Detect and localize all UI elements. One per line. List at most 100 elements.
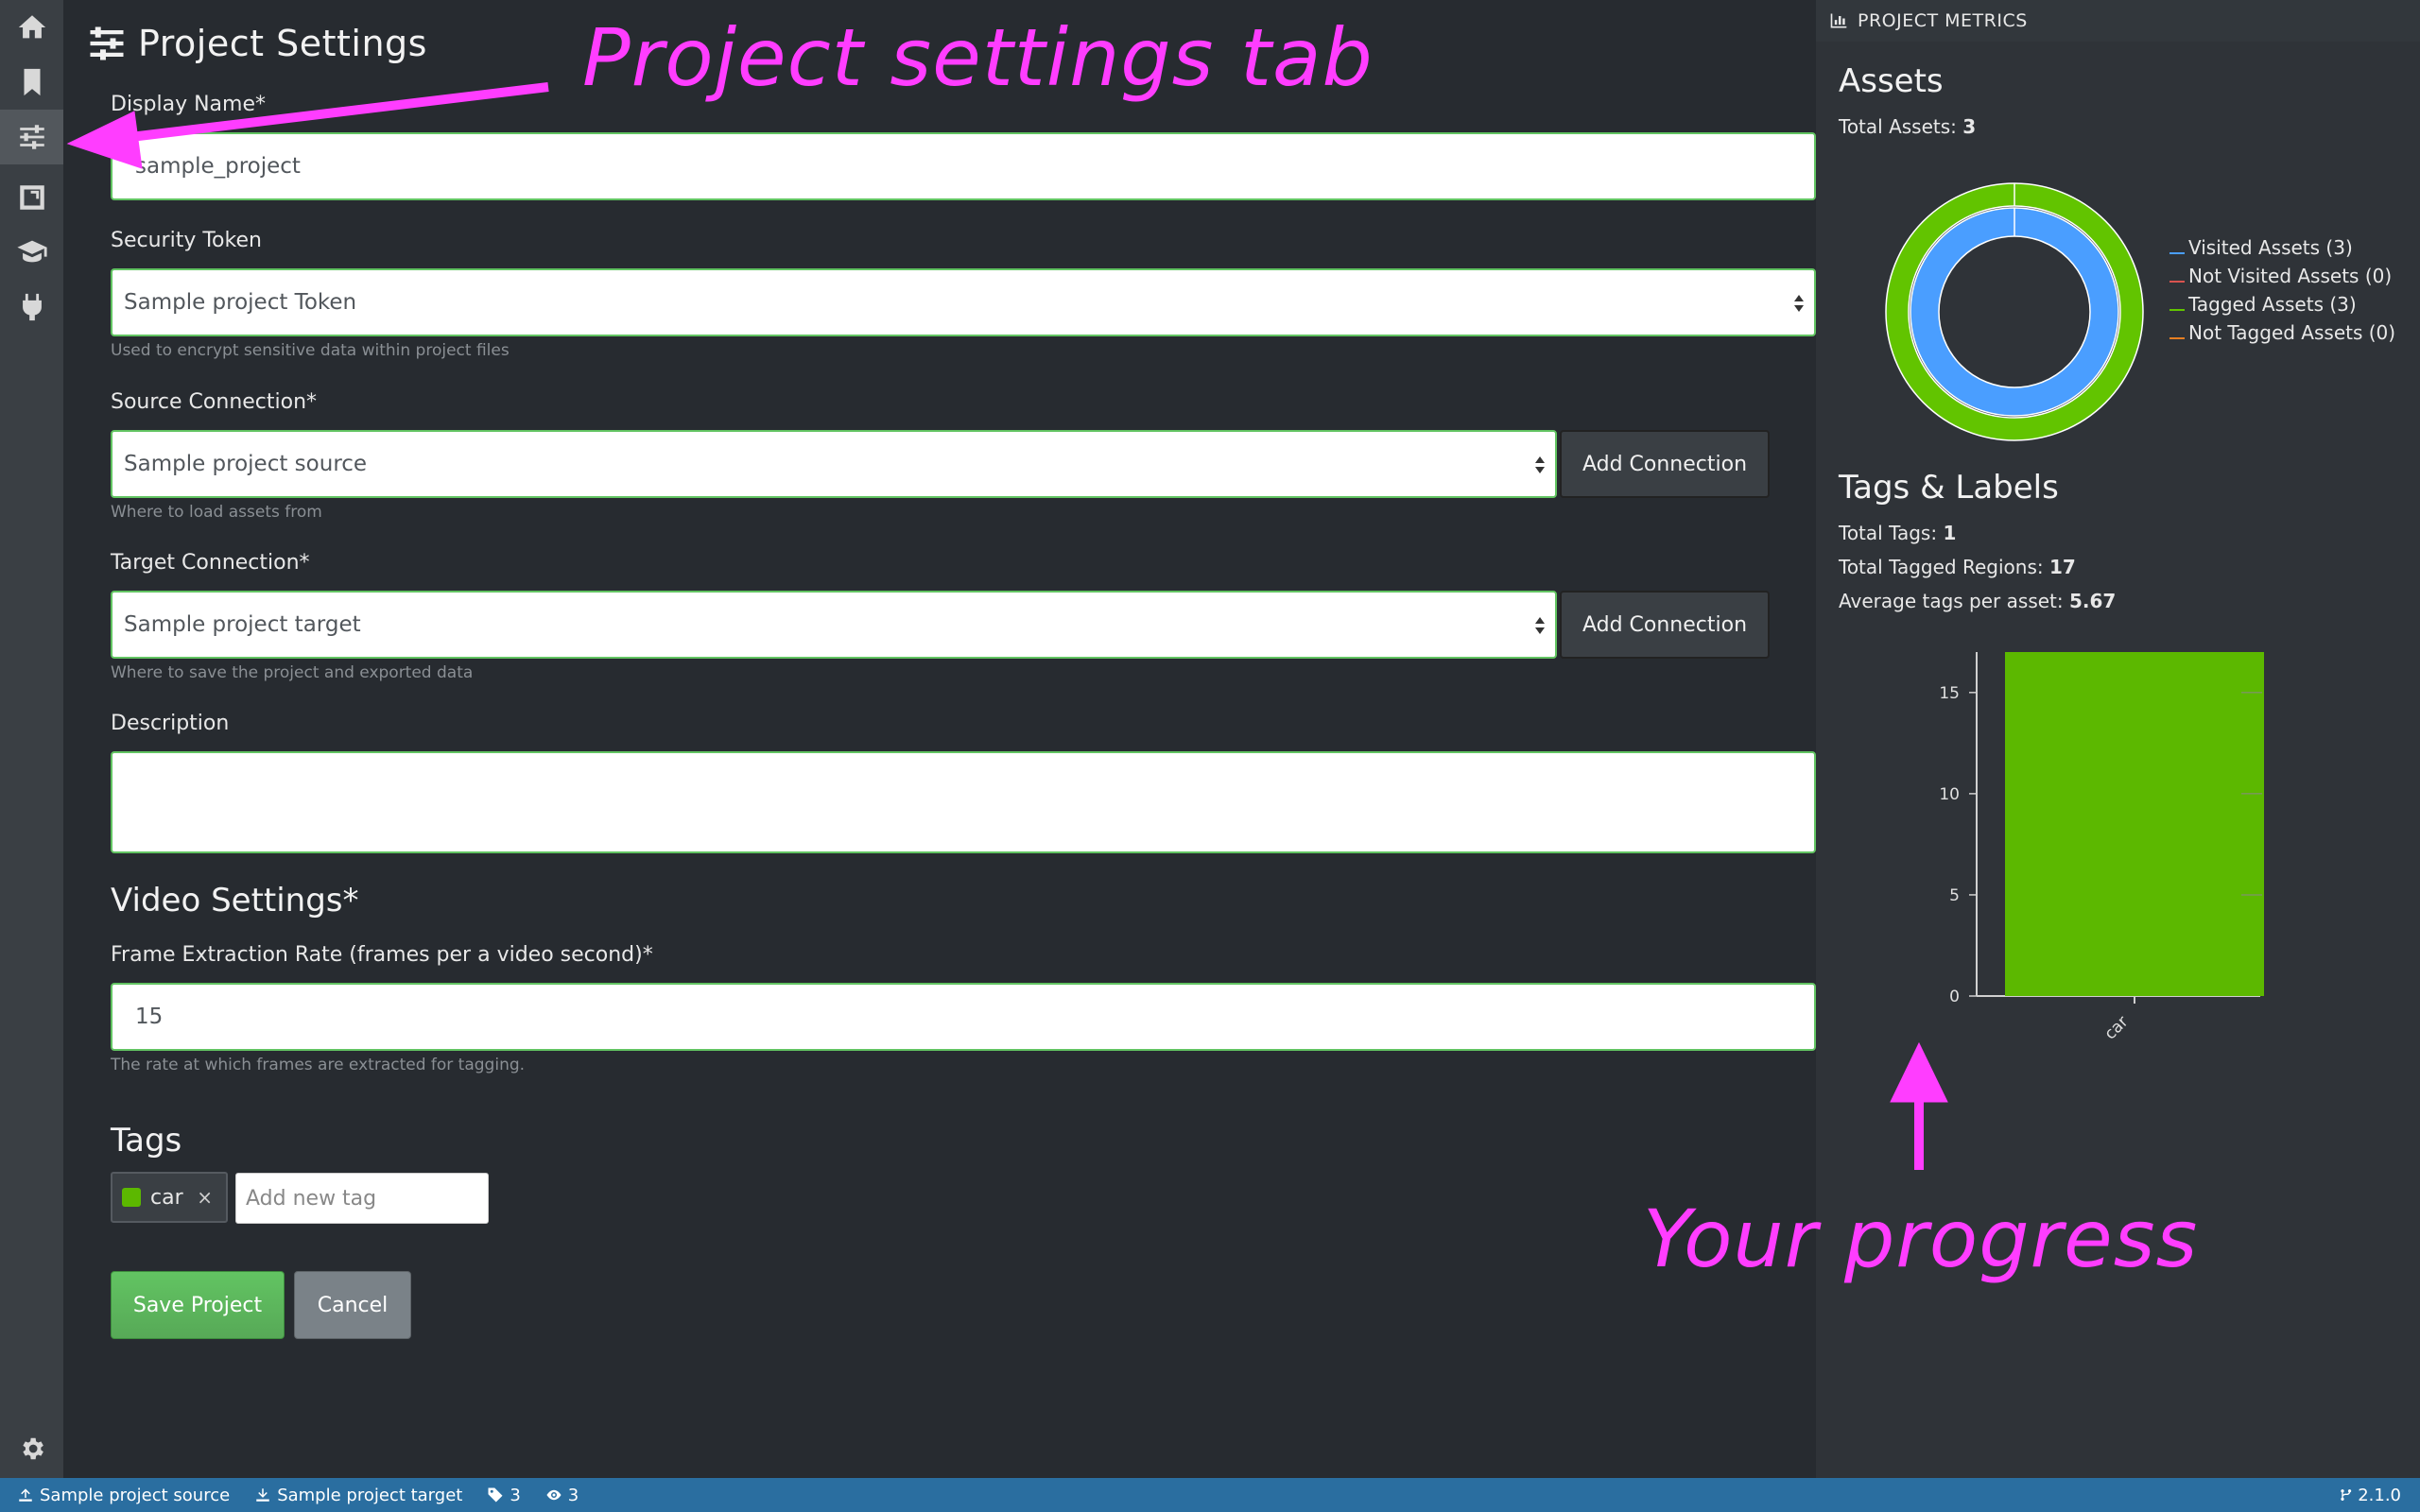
select-caret-icon	[1534, 455, 1546, 475]
add-target-connection-button[interactable]: Add Connection	[1560, 591, 1770, 659]
legend-label: Not Visited Assets (0)	[2188, 265, 2393, 287]
target-connection-hint: Where to save the project and exported d…	[111, 663, 474, 682]
sidebar-item-connections[interactable]	[0, 280, 63, 335]
tags-title: Tags	[111, 1122, 182, 1160]
display-name-label: Display Name*	[111, 93, 266, 116]
y-tick-label: 15	[1939, 684, 1960, 703]
donut-slice-edge	[1908, 205, 2121, 419]
status-target-label: Sample project target	[277, 1485, 463, 1505]
frame-rate-hint: The rate at which frames are extracted f…	[111, 1056, 526, 1074]
tagged-regions-label: Total Tagged Regions:	[1839, 556, 2044, 578]
save-project-button[interactable]: Save Project	[111, 1271, 285, 1339]
export-icon	[19, 185, 44, 210]
target-connection-value: Sample project target	[124, 612, 361, 637]
tag-name: car	[150, 1185, 183, 1210]
legend-label: Tagged Assets (3)	[2188, 293, 2357, 316]
tags-bar-chart: car 0 5 10 15	[1939, 652, 2264, 1043]
status-source[interactable]: Sample project source	[17, 1486, 230, 1505]
remove-tag-icon[interactable]: ×	[197, 1186, 213, 1209]
tagged-regions-stat: Total Tagged Regions: 17	[1839, 556, 2076, 578]
add-source-connection-button[interactable]: Add Connection	[1560, 430, 1770, 498]
video-settings-title: Video Settings*	[111, 882, 359, 919]
sliders-icon	[19, 125, 44, 149]
security-token-label: Security Token	[111, 229, 262, 252]
frame-rate-input[interactable]: 15	[111, 983, 1816, 1051]
source-connection-value: Sample project source	[124, 452, 368, 476]
git-branch-icon	[2341, 1489, 2352, 1501]
security-token-hint: Used to encrypt sensitive data within pr…	[111, 341, 510, 360]
sliders-icon	[90, 26, 124, 60]
avg-tags-value: 5.67	[2068, 590, 2117, 612]
status-visited-count: 3	[567, 1485, 579, 1505]
sidebar-item-bookmarks[interactable]	[0, 55, 63, 110]
tag-chip[interactable]: car ×	[111, 1172, 228, 1223]
sidebar-item-settings[interactable]	[0, 1421, 63, 1476]
annotation-settings-tab: Project settings tab	[582, 11, 1374, 104]
source-connection-label: Source Connection*	[111, 390, 318, 414]
tagged-regions-value: 17	[2048, 556, 2076, 578]
donut-slice	[1910, 208, 2118, 416]
source-connection-hint: Where to load assets from	[111, 503, 322, 522]
source-connection-select[interactable]: Sample project source	[111, 430, 1557, 498]
status-source-label: Sample project source	[40, 1485, 231, 1505]
status-tag-count: 3	[510, 1485, 521, 1505]
sidebar-item-active-learning[interactable]	[0, 224, 63, 279]
legend-label: Visited Assets (3)	[2188, 236, 2353, 259]
metrics-header-label: PROJECT METRICS	[1858, 10, 2028, 31]
download-icon	[256, 1488, 269, 1502]
total-tags-stat: Total Tags: 1	[1839, 522, 1956, 544]
target-connection-select[interactable]: Sample project target	[111, 591, 1557, 659]
status-bar: Sample project source Sample project tar…	[0, 1478, 2420, 1512]
sidebar-item-project-settings[interactable]	[0, 110, 63, 164]
eye-icon	[546, 1489, 562, 1501]
status-tags: 3	[487, 1485, 521, 1505]
total-tags-label: Total Tags:	[1839, 522, 1938, 544]
avg-tags-label: Average tags per asset:	[1839, 590, 2064, 612]
cancel-button[interactable]: Cancel	[294, 1271, 411, 1339]
donut-slice-edge	[1938, 235, 2091, 388]
bar	[2005, 652, 2264, 996]
gear-icon	[22, 1437, 43, 1460]
sidebar-item-export[interactable]	[0, 170, 63, 225]
avg-tags-stat: Average tags per asset: 5.67	[1839, 590, 2116, 612]
y-tick-label: 10	[1939, 785, 1960, 804]
legend-not-visited-assets: Not Visited Assets (0)	[2169, 265, 2392, 287]
y-tick-label: 0	[1949, 988, 1960, 1006]
security-token-value: Sample project Token	[124, 290, 357, 315]
plug-icon	[22, 293, 42, 321]
tag-color-swatch	[122, 1188, 141, 1207]
security-token-select[interactable]: Sample project Token	[111, 268, 1816, 336]
legend-swatch	[2169, 309, 2185, 311]
bar-chart-icon	[1830, 13, 1847, 28]
home-icon	[18, 15, 45, 39]
status-target[interactable]: Sample project target	[254, 1486, 462, 1505]
y-tick-label: 5	[1949, 886, 1960, 905]
total-tags-value: 1	[1943, 522, 1957, 544]
description-textarea[interactable]	[111, 751, 1816, 853]
total-assets-value: 3	[1962, 115, 1977, 138]
metrics-header: PROJECT METRICS	[1816, 0, 2420, 42]
legend-swatch	[2169, 281, 2185, 283]
legend-label: Not Tagged Assets (0)	[2188, 321, 2396, 344]
sidebar-item-home[interactable]	[0, 0, 63, 55]
legend-visited-assets: Visited Assets (3)	[2169, 236, 2353, 259]
status-visited: 3	[545, 1486, 579, 1505]
project-settings-form: Project Settings Display Name* sample_pr…	[63, 0, 1816, 1478]
bookmark-icon	[24, 68, 40, 96]
page-header: Project Settings	[87, 23, 427, 64]
legend-swatch	[2169, 252, 2185, 254]
total-assets-stat: Total Assets: 3	[1839, 115, 1976, 138]
add-tag-input[interactable]: Add new tag	[235, 1173, 489, 1224]
select-caret-icon	[1793, 293, 1805, 314]
x-tick-label: car	[2100, 1012, 2132, 1043]
legend-swatch	[2169, 337, 2185, 339]
assets-donut-chart	[1885, 182, 2144, 441]
tags-labels-title: Tags & Labels	[1839, 469, 2059, 507]
frame-rate-label: Frame Extraction Rate (frames per a vide…	[111, 943, 653, 967]
display-name-input[interactable]: sample_project	[111, 132, 1816, 200]
page-title: Project Settings	[138, 23, 427, 64]
upload-icon	[19, 1488, 32, 1502]
total-assets-label: Total Assets:	[1839, 115, 1957, 138]
graduation-cap-icon	[16, 240, 47, 263]
tag-icon	[488, 1487, 503, 1503]
